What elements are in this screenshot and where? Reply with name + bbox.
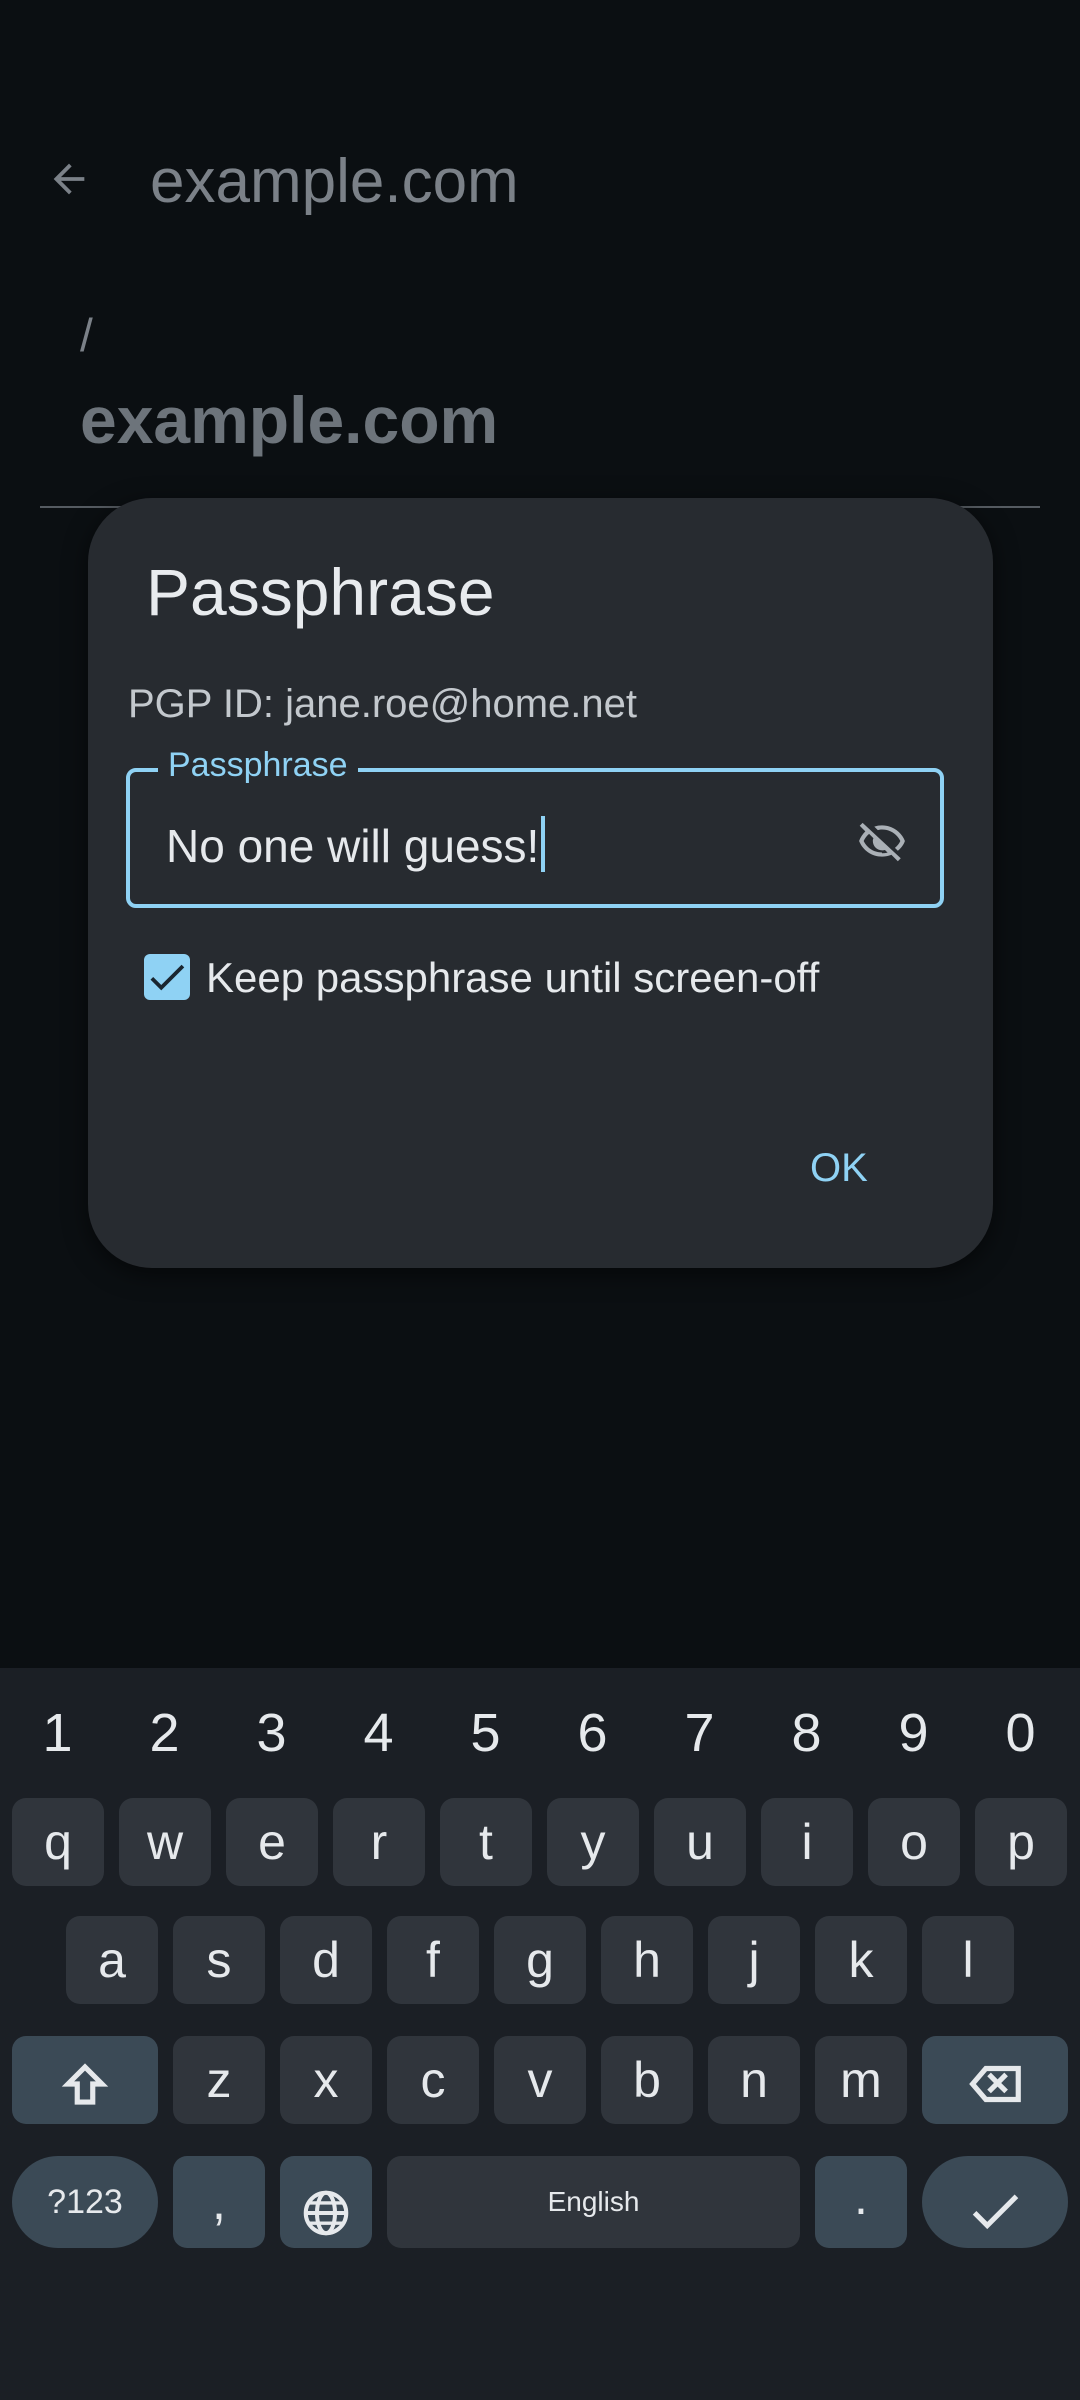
passphrase-field-label: Passphrase (158, 746, 358, 785)
soft-keyboard: 1 2 3 4 5 6 7 8 9 0 q w e r t y u i o p … (0, 1668, 1080, 2400)
key-i[interactable]: i (761, 1798, 853, 1886)
key-e[interactable]: e (226, 1798, 318, 1886)
key-5[interactable]: 5 (432, 1688, 539, 1778)
key-4[interactable]: 4 (325, 1688, 432, 1778)
key-7[interactable]: 7 (646, 1688, 753, 1778)
backspace-key[interactable] (922, 2036, 1068, 2124)
shift-icon (61, 2063, 109, 2105)
key-y[interactable]: y (547, 1798, 639, 1886)
key-9[interactable]: 9 (860, 1688, 967, 1778)
shift-key[interactable] (12, 2036, 158, 2124)
checkmark-icon (150, 964, 185, 991)
key-f[interactable]: f (387, 1916, 479, 2004)
dialog-title: Passphrase (146, 555, 495, 629)
key-d[interactable]: d (280, 1916, 372, 2004)
key-b[interactable]: b (601, 2036, 693, 2124)
passphrase-dialog: Passphrase PGP ID: jane.roe@home.net Pas… (88, 498, 993, 1268)
space-bar[interactable]: English (387, 2156, 800, 2248)
key-2[interactable]: 2 (111, 1688, 218, 1778)
key-a[interactable]: a (66, 1916, 158, 2004)
key-r[interactable]: r (333, 1798, 425, 1886)
symbols-key[interactable]: ?123 (12, 2156, 158, 2248)
backspace-icon (969, 2065, 1021, 2102)
text-cursor (541, 816, 546, 872)
keep-passphrase-label[interactable]: Keep passphrase until screen-off (206, 954, 819, 1002)
key-t[interactable]: t (440, 1798, 532, 1886)
done-key[interactable] (922, 2156, 1068, 2248)
key-s[interactable]: s (173, 1916, 265, 2004)
key-p[interactable]: p (975, 1798, 1067, 1886)
app-title: example.com (150, 147, 519, 216)
key-3[interactable]: 3 (218, 1688, 325, 1778)
key-8[interactable]: 8 (753, 1688, 860, 1778)
key-0[interactable]: 0 (967, 1688, 1074, 1778)
passphrase-input[interactable]: Passphrase No one will guess! (126, 746, 944, 908)
checkmark-icon (972, 2194, 1019, 2230)
key-o[interactable]: o (868, 1798, 960, 1886)
key-u[interactable]: u (654, 1798, 746, 1886)
key-1[interactable]: 1 (4, 1688, 111, 1778)
key-x[interactable]: x (280, 2036, 372, 2124)
entry-name: example.com (80, 383, 499, 457)
passphrase-field-value: No one will guess! (166, 816, 546, 873)
number-row: 1 2 3 4 5 6 7 8 9 0 (0, 1688, 1080, 1778)
key-j[interactable]: j (708, 1916, 800, 2004)
key-c[interactable]: c (387, 2036, 479, 2124)
ok-button[interactable]: OK (810, 1146, 868, 1191)
keep-passphrase-checkbox[interactable] (144, 954, 190, 1000)
key-z[interactable]: z (173, 2036, 265, 2124)
key-m[interactable]: m (815, 2036, 907, 2124)
period-key[interactable]: . (815, 2156, 907, 2248)
comma-key[interactable]: , (173, 2156, 265, 2248)
language-key[interactable] (280, 2156, 372, 2248)
path-separator: / (80, 309, 93, 361)
globe-icon (303, 2191, 349, 2236)
key-h[interactable]: h (601, 1916, 693, 2004)
key-n[interactable]: n (708, 2036, 800, 2124)
key-q[interactable]: q (12, 1798, 104, 1886)
key-g[interactable]: g (494, 1916, 586, 2004)
key-v[interactable]: v (494, 2036, 586, 2124)
key-l[interactable]: l (922, 1916, 1014, 2004)
back-arrow-icon[interactable] (46, 156, 92, 202)
visibility-off-icon[interactable] (854, 816, 910, 866)
key-k[interactable]: k (815, 1916, 907, 2004)
key-6[interactable]: 6 (539, 1688, 646, 1778)
passphrase-text: No one will guess! (166, 820, 540, 872)
pgp-id-text: PGP ID: jane.roe@home.net (128, 682, 638, 726)
key-w[interactable]: w (119, 1798, 211, 1886)
